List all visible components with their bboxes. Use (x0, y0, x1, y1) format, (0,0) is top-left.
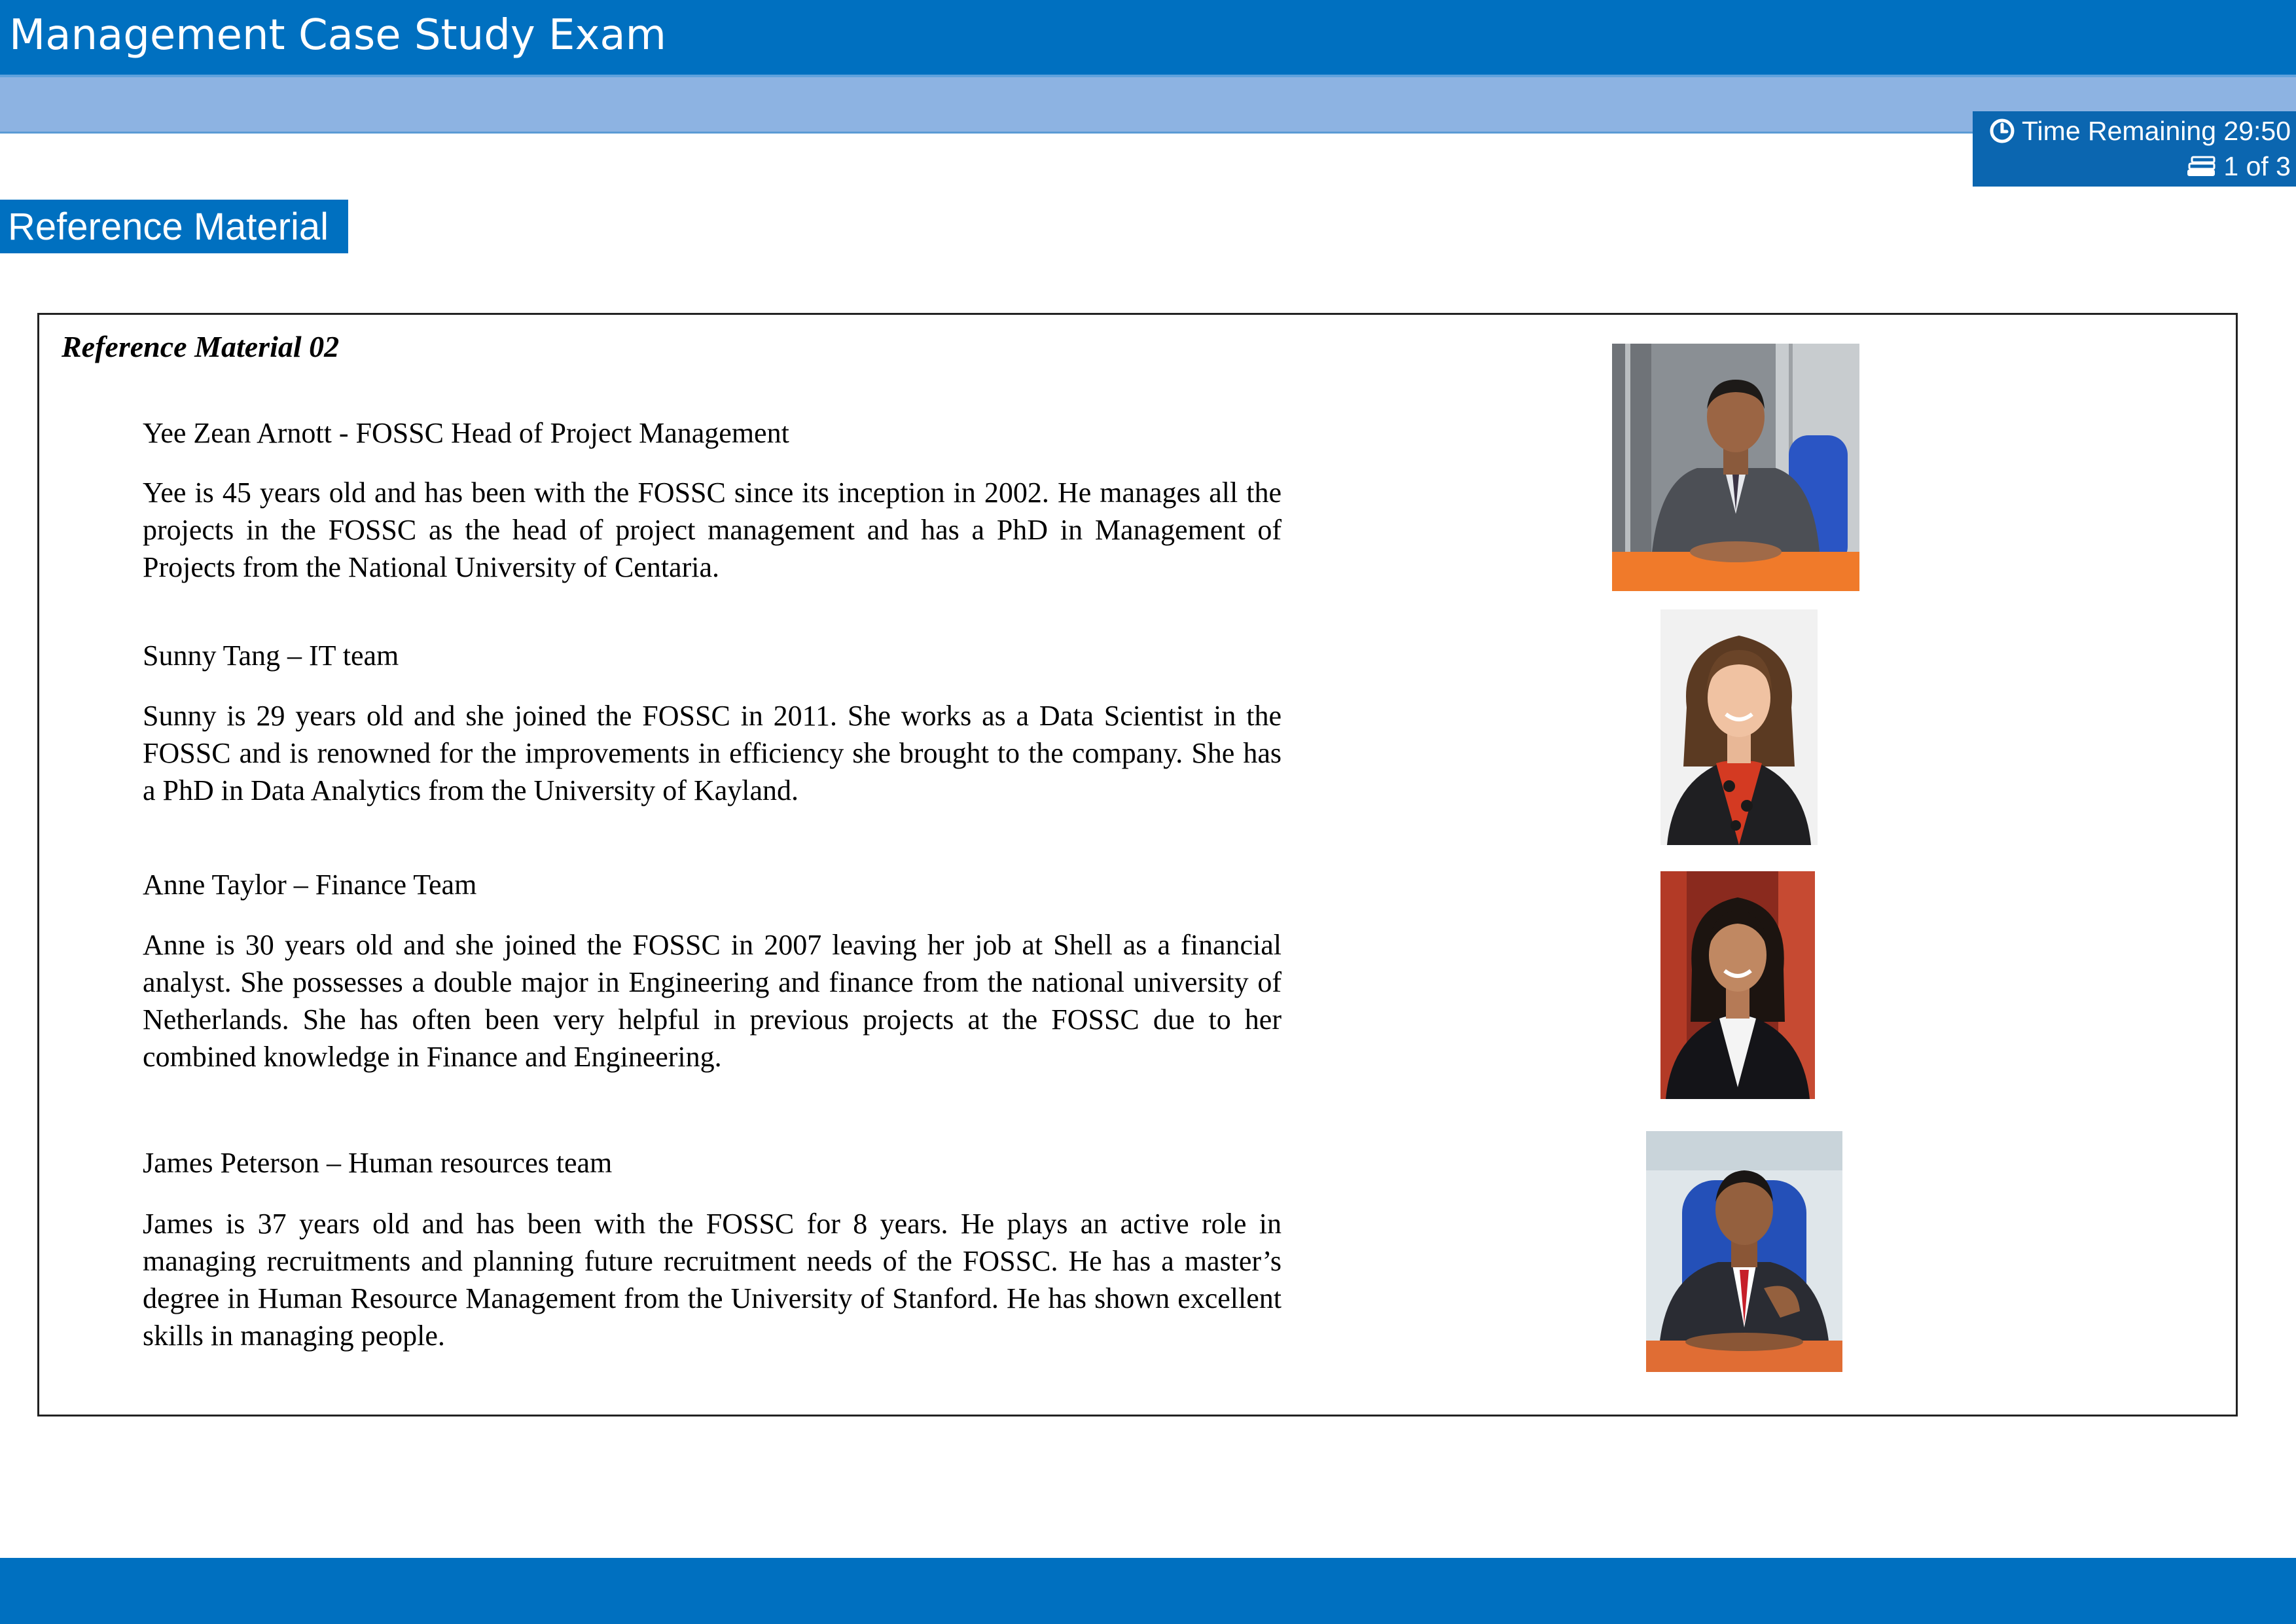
footer-bar (0, 1558, 2296, 1624)
portrait-image (1660, 609, 1818, 845)
time-remaining-text: Time Remaining 29:50 (2022, 115, 2291, 146)
portrait-image (1612, 344, 1859, 591)
person-bio: Sunny is 29 years old and she joined the… (143, 700, 1282, 806)
reference-heading: Reference Material 02 (62, 330, 340, 363)
person-photo (1660, 871, 1815, 1099)
person-photo (1612, 344, 1859, 591)
reference-material-tab-label: Reference Material (8, 205, 329, 248)
page-indicator-row: 1 of 3 (2187, 149, 2291, 183)
person-photo (1660, 609, 1818, 845)
exam-status-panel: Time Remaining 29:50 1 of 3 (1973, 111, 2296, 187)
portrait-image (1646, 1131, 1842, 1372)
person-name: Sunny Tang – IT team (143, 640, 399, 672)
time-remaining-row: Time Remaining 29:50 (1989, 114, 2291, 148)
page-indicator-text: 1 of 3 (2223, 151, 2291, 181)
reference-panel: Reference Material 02 Yee Zean Arnott - … (37, 313, 2238, 1416)
toolbar-strip (0, 77, 2296, 134)
person-name: James Peterson – Human resources team (143, 1147, 613, 1179)
person-photo (1646, 1131, 1842, 1372)
person-bio: James is 37 years old and has been with … (143, 1208, 1282, 1352)
pages-icon (2187, 156, 2215, 176)
exam-title: Management Case Study Exam (9, 11, 666, 60)
reference-material-tab[interactable]: Reference Material (0, 200, 348, 253)
person-bio: Yee is 45 years old and has been with th… (143, 477, 1282, 583)
person-name: Yee Zean Arnott - FOSSC Head of Project … (143, 417, 789, 449)
title-bar: Management Case Study Exam (0, 0, 2296, 77)
person-bio: Anne is 30 years old and she joined the … (143, 929, 1282, 1073)
portrait-image (1660, 871, 1815, 1099)
clock-icon (1990, 118, 2015, 143)
person-name: Anne Taylor – Finance Team (143, 869, 477, 901)
